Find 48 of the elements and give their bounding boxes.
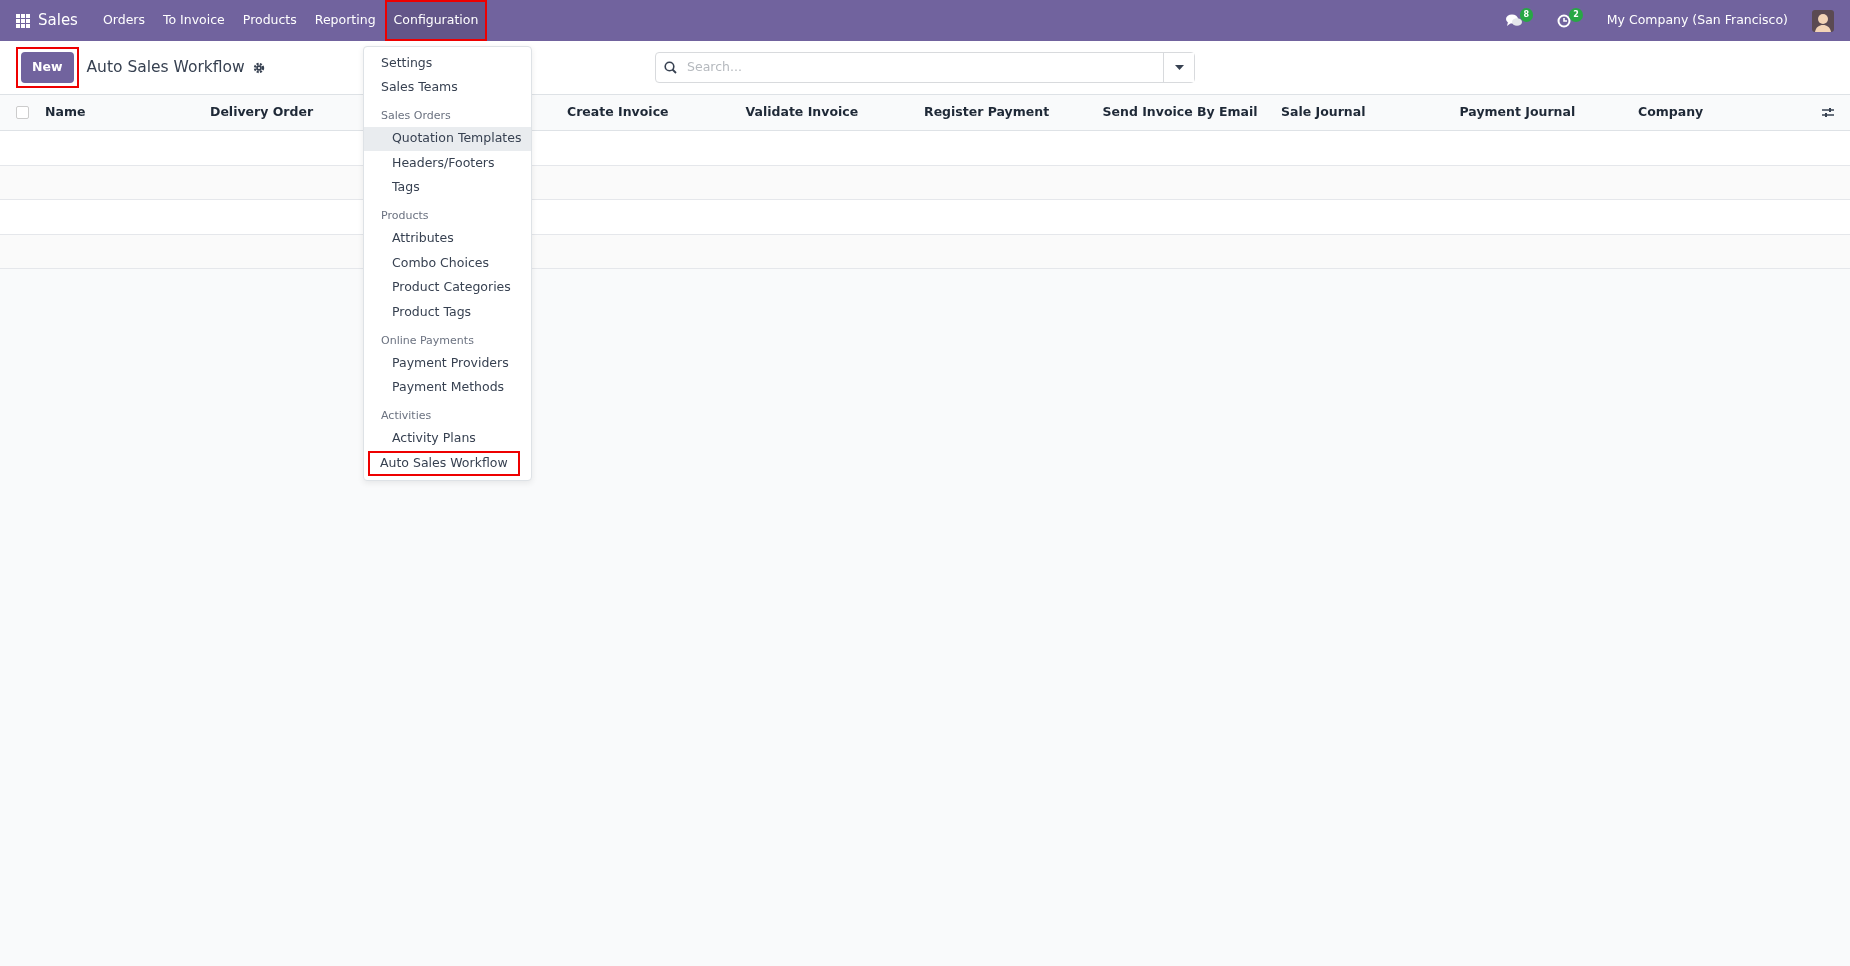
menu-item[interactable]: Quotation Templates xyxy=(364,126,531,151)
page-title: Auto Sales Workflow xyxy=(86,56,245,78)
menu-item[interactable]: Product Categories xyxy=(364,275,531,300)
column-header[interactable]: Company xyxy=(1638,103,1817,122)
select-all-checkbox[interactable] xyxy=(16,106,29,119)
caret-icon xyxy=(1174,65,1184,70)
search-field[interactable]: Search... xyxy=(655,52,1195,83)
nav-menu-item[interactable]: Configuration xyxy=(384,0,488,41)
new-button[interactable]: New xyxy=(16,47,79,88)
column-header[interactable]: Create Invoice xyxy=(567,103,746,122)
menu-item[interactable]: Payment Providers xyxy=(364,351,531,376)
user-avatar[interactable] xyxy=(1812,9,1834,32)
settings-icon[interactable] xyxy=(252,61,265,74)
search-icon xyxy=(664,61,677,74)
menu-item[interactable]: Payment Methods xyxy=(364,375,531,400)
activity-count: 2 xyxy=(1569,7,1583,22)
column-header[interactable]: Send Invoice By Email xyxy=(1102,103,1281,122)
menu-item[interactable]: Sales Teams xyxy=(364,75,531,100)
company-switcher[interactable]: My Company (San Francisco) xyxy=(1606,11,1788,30)
menu-item[interactable]: Tags xyxy=(364,175,531,200)
nav-menu-item[interactable]: Orders xyxy=(93,0,154,41)
menu-item[interactable]: Combo Choices xyxy=(364,251,531,276)
app-name[interactable]: Sales xyxy=(30,9,94,32)
search-input[interactable]: Search... xyxy=(685,57,1163,78)
menu-item[interactable]: Attributes xyxy=(364,226,531,251)
menu-section-header: Activities xyxy=(380,408,433,424)
menu-item[interactable]: Headers/Footers xyxy=(364,151,531,176)
column-options-icon[interactable] xyxy=(1822,107,1834,118)
column-header[interactable]: Register Payment xyxy=(924,103,1103,122)
column-header[interactable]: Name xyxy=(45,103,210,122)
menu-item[interactable]: Settings xyxy=(364,51,531,76)
nav-menu-item[interactable]: Reporting xyxy=(305,0,385,41)
column-header[interactable]: Sale Journal xyxy=(1281,103,1460,122)
nav-menu-item[interactable]: To Invoice xyxy=(154,0,234,41)
clock-icon[interactable] xyxy=(1557,13,1572,28)
column-header[interactable]: Validate Invoice xyxy=(745,103,924,122)
nav-menu-item[interactable]: Products xyxy=(233,0,306,41)
column-header[interactable]: Payment Journal xyxy=(1459,103,1638,122)
apps-menu-icon[interactable] xyxy=(16,13,30,28)
menu-item[interactable]: Product Tags xyxy=(364,300,531,325)
menu-section-header: Sales Orders xyxy=(380,108,452,124)
menu-item[interactable]: Auto Sales Workflow xyxy=(368,451,520,476)
message-count: 8 xyxy=(1519,7,1534,22)
menu-section-header: Products xyxy=(380,208,430,224)
menu-section-header: Online Payments xyxy=(380,332,475,349)
chat-icon[interactable] xyxy=(1505,13,1522,28)
menu-item[interactable]: Activity Plans xyxy=(364,426,531,451)
filter-dropdown-button[interactable] xyxy=(1163,53,1194,82)
